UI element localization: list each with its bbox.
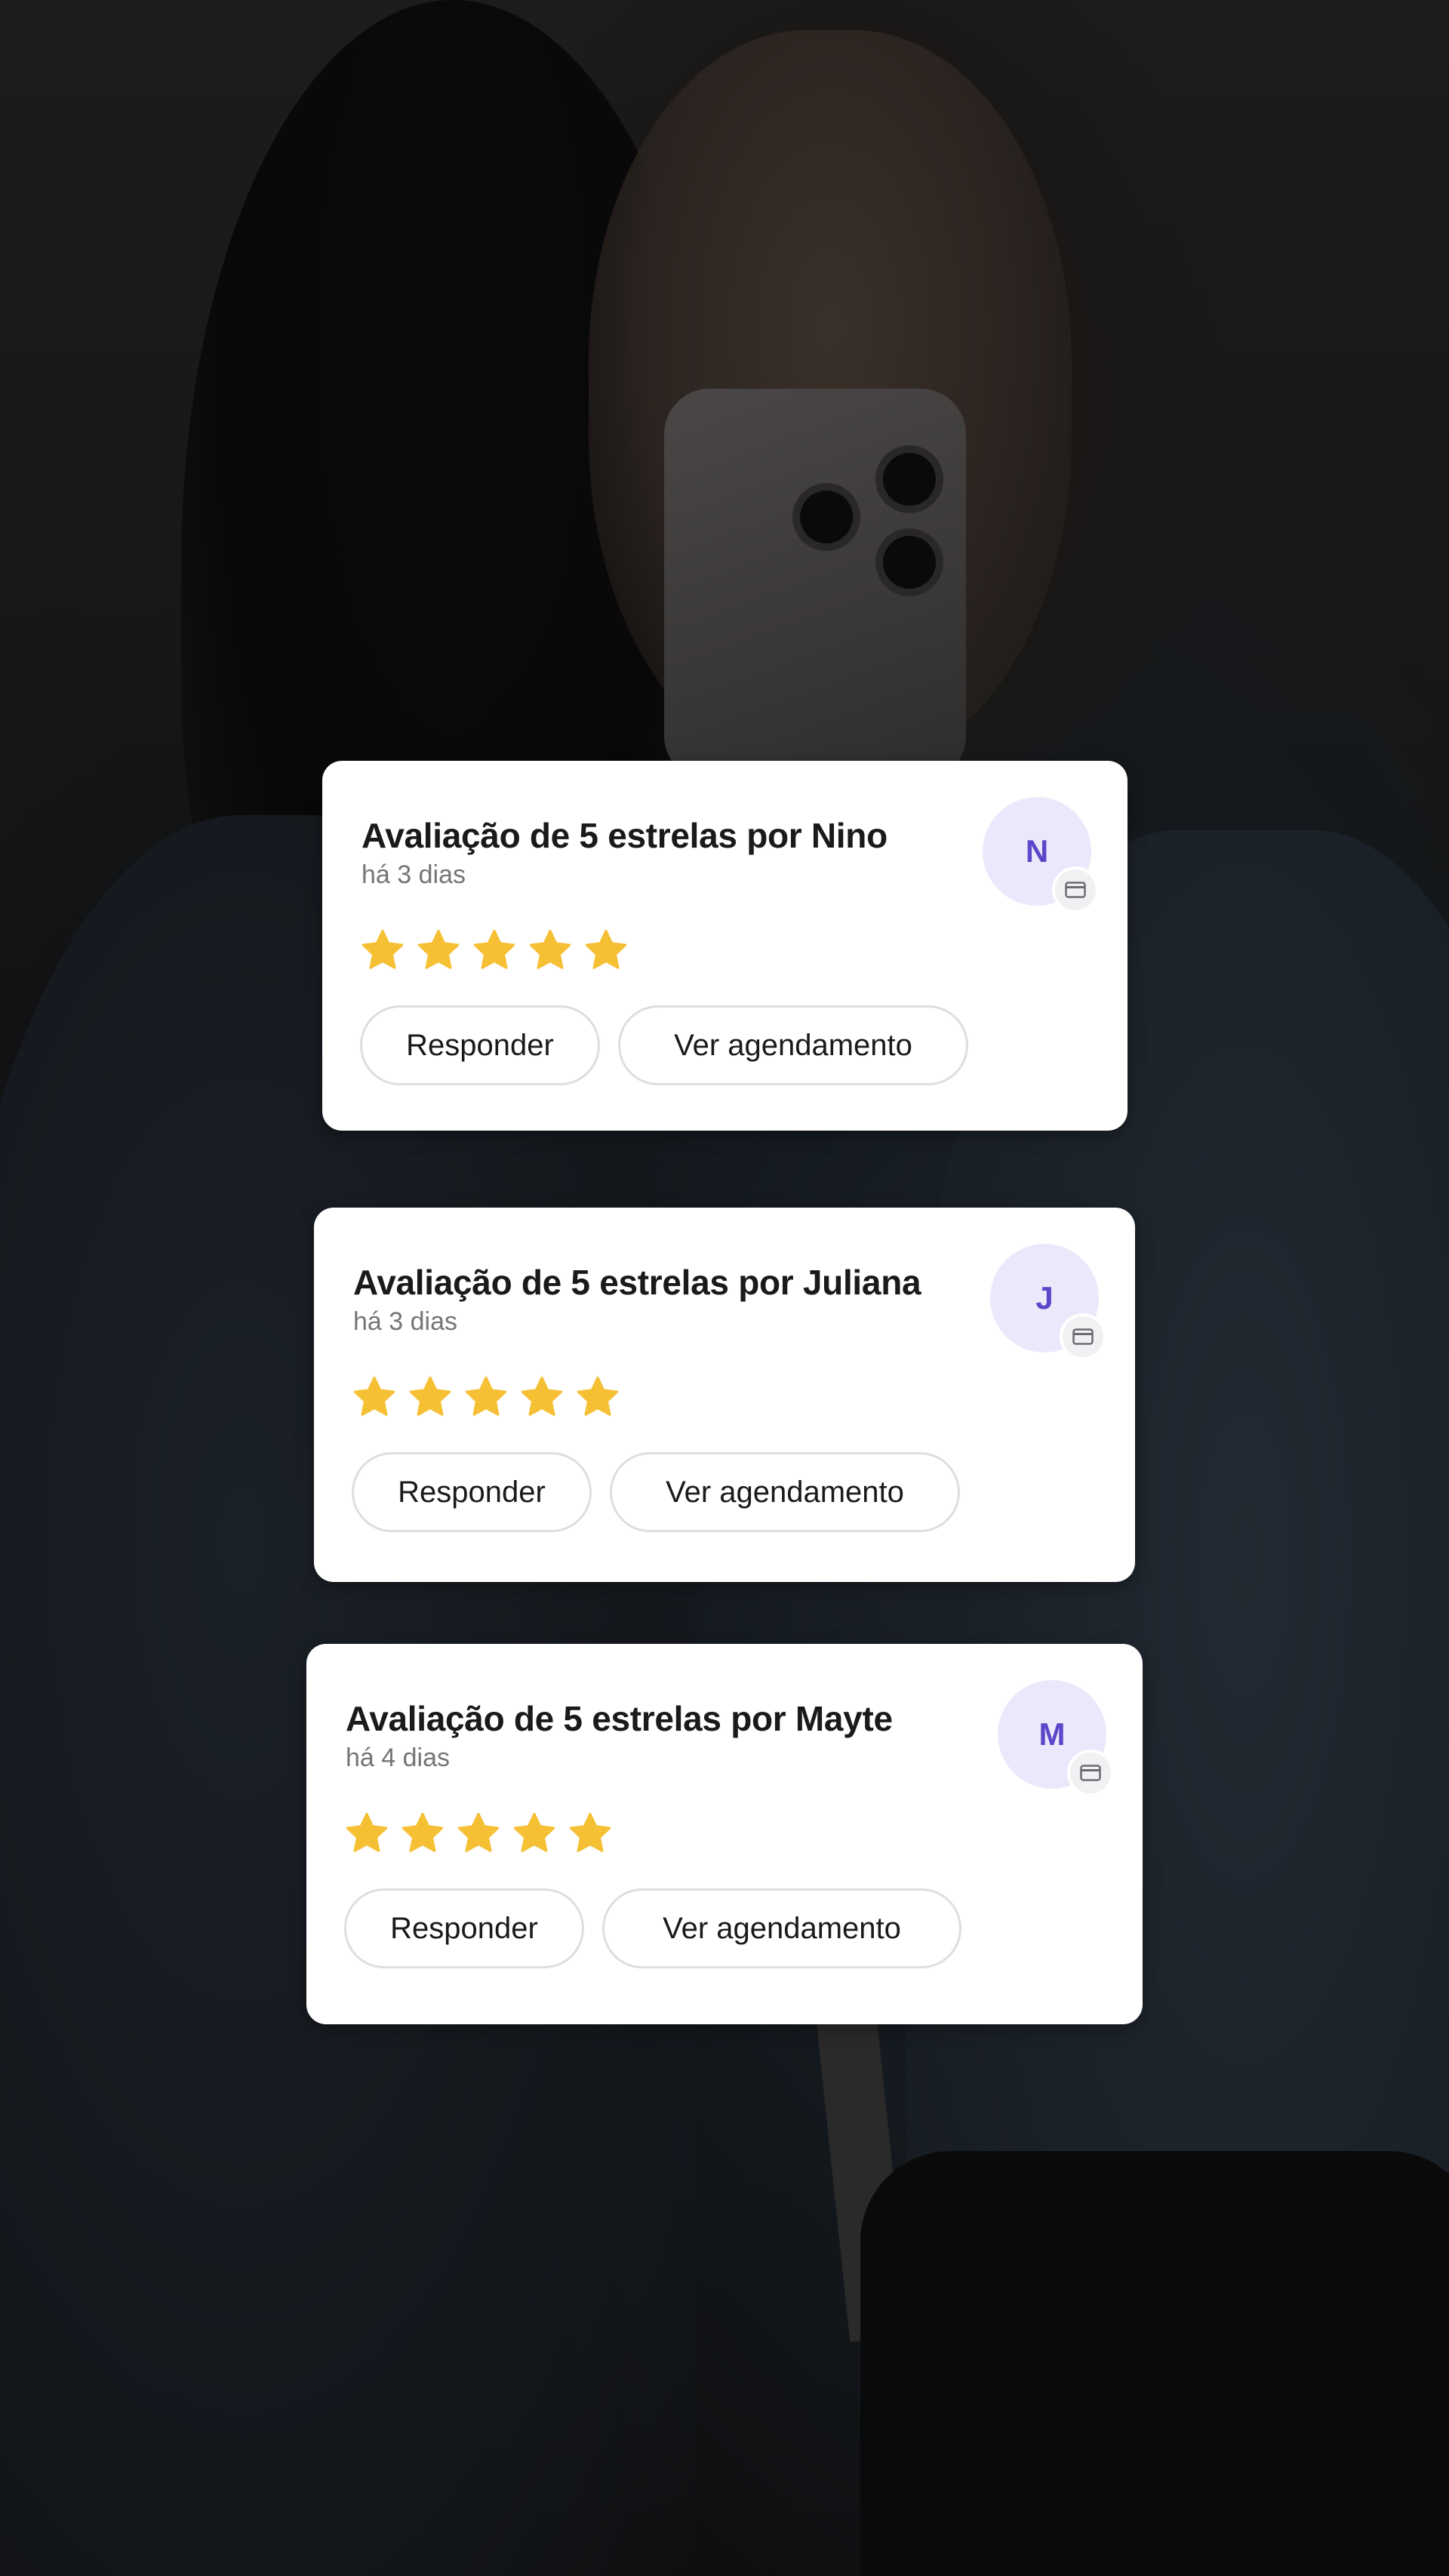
star-icon bbox=[513, 1812, 555, 1852]
star-icon bbox=[457, 1812, 500, 1852]
calendar-card-icon bbox=[1052, 866, 1099, 913]
photo-camera-lens bbox=[800, 491, 853, 543]
calendar-card-icon bbox=[1060, 1313, 1106, 1360]
star-rating bbox=[344, 1811, 613, 1858]
star-icon bbox=[577, 1376, 619, 1416]
star-icon bbox=[346, 1812, 388, 1852]
review-card: Avaliação de 5 estrelas por Nino há 3 di… bbox=[322, 761, 1128, 1131]
star-icon bbox=[465, 1376, 507, 1416]
photo-camera-lens bbox=[883, 453, 936, 506]
star-icon bbox=[473, 929, 515, 969]
star-rating bbox=[360, 928, 629, 975]
review-title: Avaliação de 5 estrelas por Nino bbox=[361, 816, 888, 855]
avatar: J bbox=[990, 1244, 1106, 1360]
review-card: Avaliação de 5 estrelas por Juliana há 3… bbox=[314, 1208, 1135, 1582]
calendar-card-icon bbox=[1067, 1750, 1114, 1796]
star-icon bbox=[521, 1376, 563, 1416]
star-rating bbox=[352, 1375, 620, 1422]
star-icon bbox=[409, 1376, 451, 1416]
view-appointment-button[interactable]: Ver agendamento bbox=[618, 1005, 968, 1085]
review-title: Avaliação de 5 estrelas por Juliana bbox=[353, 1263, 921, 1302]
reply-button[interactable]: Responder bbox=[360, 1005, 600, 1085]
avatar: N bbox=[983, 797, 1099, 913]
star-icon bbox=[353, 1376, 395, 1416]
review-card: Avaliação de 5 estrelas por Mayte há 4 d… bbox=[306, 1644, 1143, 2024]
photo-camera-lens bbox=[883, 536, 936, 589]
review-time: há 3 dias bbox=[353, 1307, 457, 1336]
reply-button[interactable]: Responder bbox=[352, 1452, 592, 1532]
avatar: M bbox=[998, 1680, 1114, 1796]
photo-bag bbox=[860, 2151, 1449, 2576]
view-appointment-button[interactable]: Ver agendamento bbox=[602, 1888, 961, 1968]
star-icon bbox=[585, 929, 627, 969]
star-icon bbox=[569, 1812, 611, 1852]
reply-button[interactable]: Responder bbox=[344, 1888, 584, 1968]
review-time: há 4 dias bbox=[346, 1743, 450, 1772]
star-icon bbox=[417, 929, 460, 969]
review-title: Avaliação de 5 estrelas por Mayte bbox=[346, 1699, 893, 1738]
view-appointment-button[interactable]: Ver agendamento bbox=[610, 1452, 960, 1532]
star-icon bbox=[361, 929, 404, 969]
star-icon bbox=[401, 1812, 444, 1852]
star-icon bbox=[529, 929, 571, 969]
background-photo: Avaliação de 5 estrelas por Nino há 3 di… bbox=[0, 0, 1449, 2576]
review-time: há 3 dias bbox=[361, 860, 466, 889]
